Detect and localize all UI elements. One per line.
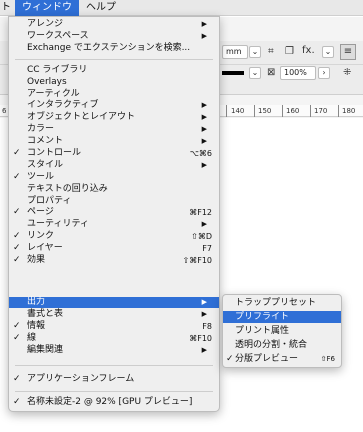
submenu-item-trap-presets[interactable]: トラッププリセット — [223, 297, 341, 309]
checkmark-icon: ✓ — [226, 354, 234, 364]
unit-dropdown-chevron-icon[interactable]: ⌄ — [249, 46, 261, 58]
menu-item-articles[interactable]: アーティクル — [9, 89, 219, 100]
menubar-item-help[interactable]: ヘルプ — [79, 0, 123, 16]
ruler-tick-label: 140 — [231, 107, 245, 115]
ruler-tick-line — [226, 105, 227, 117]
menu-bar: ト ウィンドウ ヘルプ — [0, 0, 363, 16]
checkmark-icon: ✓ — [13, 148, 21, 158]
submenu-item-attributes[interactable]: プリント属性 — [223, 325, 341, 337]
menu-item-color[interactable]: カラー ▶ — [9, 124, 219, 135]
submenu-arrow-icon: ▶ — [201, 137, 207, 145]
submenu-arrow-icon: ▶ — [201, 346, 207, 354]
menu-separator — [15, 391, 213, 392]
menu-item-application-frame[interactable]: ✓ アプリケーションフレーム — [9, 374, 219, 385]
menu-item-control[interactable]: ✓ コントロール ⌥⌘6 — [9, 148, 219, 159]
menu-item-interactive[interactable]: インタラクティブ ▶ — [9, 100, 219, 111]
menu-item-workspace[interactable]: ワークスペース ▶ — [9, 31, 219, 42]
submenu-arrow-icon: ▶ — [201, 20, 207, 28]
menubar-item-partial[interactable]: ト — [0, 0, 15, 16]
stroke-weight-swatch — [222, 71, 244, 75]
menu-item-utilities[interactable]: ユーティリティ ▶ — [9, 219, 219, 230]
submenu-item-separations-preview[interactable]: ✓ 分版プレビュー ⇧F6 — [223, 353, 341, 365]
submenu-arrow-icon: ▶ — [201, 101, 207, 109]
checkmark-icon: ✓ — [13, 207, 21, 217]
ruler-tick-line — [310, 105, 311, 117]
menu-separator — [15, 59, 213, 60]
menu-item-document-window[interactable]: ✓ 名称未設定-2 @ 92% [GPU プレビュー] — [9, 397, 219, 408]
zoom-stepper-arrow-icon[interactable]: › — [318, 67, 330, 79]
menu-item-exchange[interactable]: Exchange でエクステンションを検索... — [9, 43, 219, 54]
submenu-arrow-icon: ▶ — [201, 298, 207, 306]
menu-item-editorial[interactable]: 編集関連 ▶ — [9, 345, 219, 356]
ruler-tick-line — [254, 105, 255, 117]
align-grid-icon[interactable]: ≡ — [340, 44, 356, 60]
submenu-arrow-icon: ▶ — [201, 310, 207, 318]
menu-item-stroke[interactable]: ✓ 線 ⌘F10 — [9, 333, 219, 344]
ruler-tick-label: 160 — [286, 107, 300, 115]
checkmark-icon: ✓ — [13, 333, 21, 343]
menu-item-arrange[interactable]: アレンジ ▶ — [9, 19, 219, 30]
ruler-tick-line — [338, 105, 339, 117]
menu-item-effects[interactable]: ✓ 効果 ⇧⌘F10 — [9, 255, 219, 266]
checkmark-icon: ✓ — [13, 374, 21, 384]
submenu-arrow-icon: ▶ — [201, 125, 207, 133]
submenu-arrow-icon: ▶ — [201, 220, 207, 228]
ruler-tick-label: 180 — [342, 107, 356, 115]
submenu-item-preflight[interactable]: プリフライト — [223, 311, 341, 323]
menu-item-tools[interactable]: ✓ ツール — [9, 172, 219, 183]
checkmark-icon: ✓ — [13, 172, 21, 182]
output-submenu: トラッププリセット プリフライト プリント属性 透明の分割・統合 ✓ 分版プレビュ… — [222, 294, 342, 368]
menu-item-text-wrap[interactable]: テキストの回り込み — [9, 184, 219, 195]
checkmark-icon: ✓ — [13, 243, 21, 253]
menubar-item-window[interactable]: ウィンドウ — [15, 0, 79, 16]
frame-fitting-icon[interactable]: ⌗ — [268, 46, 274, 58]
menu-item-type-tables[interactable]: 書式と表 ▶ — [9, 309, 219, 320]
menu-separator — [15, 365, 213, 366]
unit-field[interactable]: mm — [222, 45, 248, 59]
menu-item-overlays[interactable]: Overlays — [9, 77, 219, 88]
menu-item-styles[interactable]: スタイル ▶ — [9, 160, 219, 171]
checkmark-icon: ✓ — [13, 321, 21, 331]
submenu-arrow-icon: ▶ — [201, 32, 207, 40]
window-menu: アレンジ ▶ ワークスペース ▶ Exchange でエクステンションを検索... … — [8, 16, 220, 412]
menu-item-output[interactable]: 出力 ▶ — [9, 297, 219, 308]
checkmark-icon: ✓ — [13, 231, 21, 241]
stroke-dropdown-chevron-icon[interactable]: ⌄ — [249, 67, 261, 79]
menu-item-links[interactable]: ✓ リンク ⇧⌘D — [9, 231, 219, 242]
submenu-item-flattener[interactable]: 透明の分割・統合 — [223, 339, 341, 351]
menu-item-object-layout[interactable]: オブジェクトとレイアウト ▶ — [9, 112, 219, 123]
ruler-tick-label: 150 — [258, 107, 272, 115]
zoom-field[interactable]: 100% — [280, 66, 316, 80]
ruler-tick-label: 170 — [314, 107, 328, 115]
submenu-arrow-icon: ▶ — [201, 161, 207, 169]
menu-item-info[interactable]: ✓ 情報 F8 — [9, 321, 219, 332]
menu-item-layers[interactable]: ✓ レイヤー F7 — [9, 243, 219, 254]
fx-label[interactable]: fx. — [302, 45, 315, 57]
ruler-tick-line — [282, 105, 283, 117]
menu-item-comments[interactable]: コメント ▶ — [9, 136, 219, 147]
ruler-tick-label-left: 6 — [2, 107, 7, 115]
checkmark-icon: ✓ — [13, 397, 21, 407]
submenu-arrow-icon: ▶ — [201, 113, 207, 121]
scale-icon: ⊠ — [267, 67, 276, 78]
fx-dropdown-chevron-icon[interactable]: ⌄ — [322, 46, 334, 58]
distribute-icon[interactable]: ⁜ — [343, 67, 351, 79]
checkmark-icon: ✓ — [13, 255, 21, 265]
menu-item-cc-libraries[interactable]: CC ライブラリ — [9, 65, 219, 76]
menu-item-properties[interactable]: プロパティ — [9, 196, 219, 207]
menu-item-pages[interactable]: ✓ ページ ⌘F12 — [9, 207, 219, 218]
frame-copy-icon[interactable]: ❐ — [285, 46, 294, 58]
